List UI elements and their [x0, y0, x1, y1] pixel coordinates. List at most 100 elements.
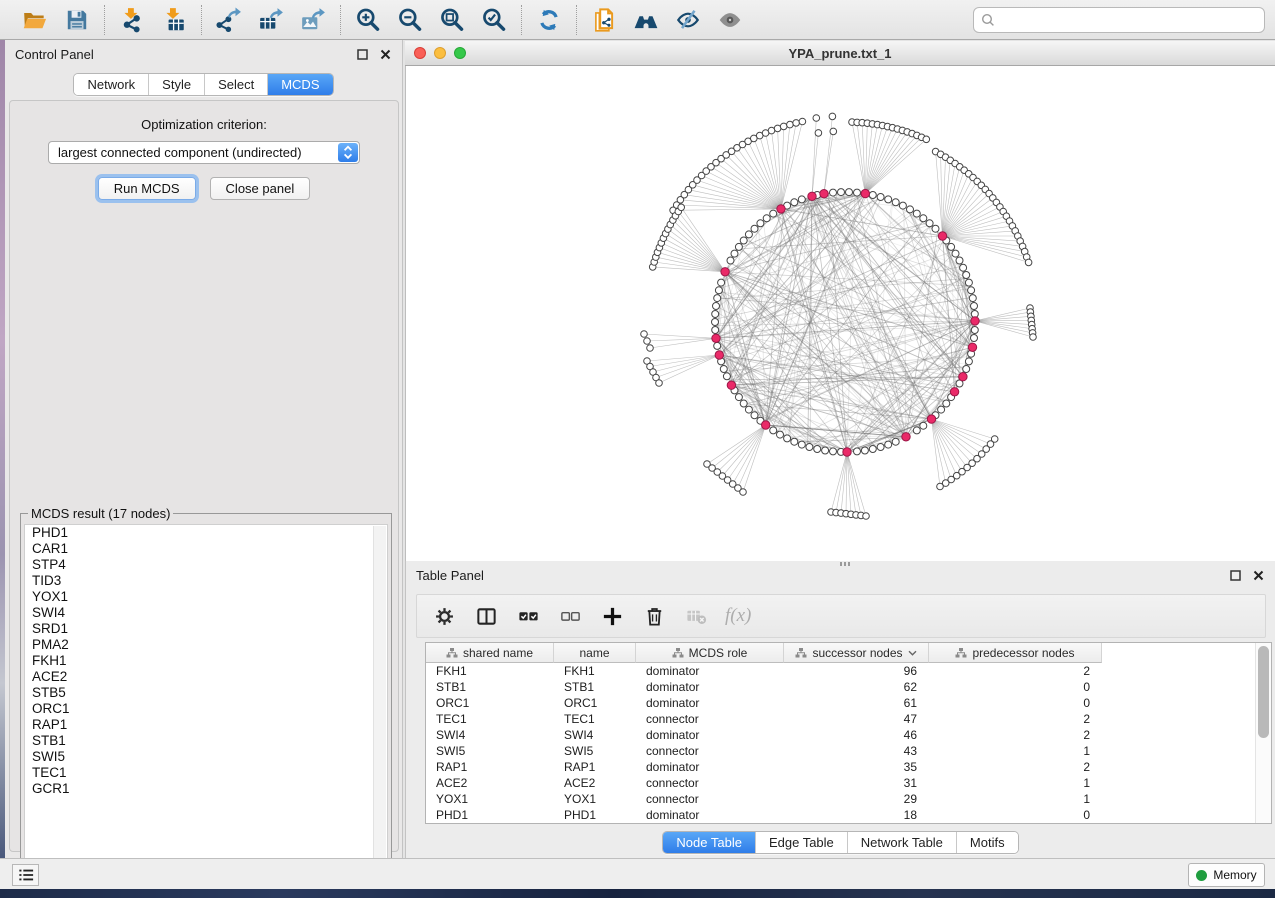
zoom-in-button[interactable] [353, 5, 383, 35]
memory-button[interactable]: Memory [1188, 863, 1265, 887]
export-table-button[interactable] [256, 5, 286, 35]
node-table[interactable]: shared namenameMCDS rolesuccessor nodesp… [425, 642, 1272, 824]
network-from-selection-button[interactable] [589, 5, 619, 35]
float-panel-icon[interactable] [356, 48, 369, 61]
mcds-result-list[interactable]: PHD1CAR1STP4TID3YOX1SWI4SRD1PMA2FKH1ACE2… [24, 524, 388, 875]
import-table-button[interactable] [159, 5, 189, 35]
mcds-result-item[interactable]: ACE2 [25, 669, 387, 685]
close-panel-button[interactable]: Close panel [210, 177, 311, 200]
table-row[interactable]: PHD1PHD1dominator180 [426, 807, 1271, 823]
import-network-button[interactable] [117, 5, 147, 35]
float-panel-icon[interactable] [1229, 569, 1242, 582]
table-panel: Table Panel f(x) shared namenameMCDS rol… [405, 561, 1275, 858]
zoom-in-icon [355, 7, 381, 33]
main-toolbar [0, 0, 1275, 40]
mcds-list-scrollbar[interactable] [373, 526, 386, 873]
refresh-layout-button[interactable] [534, 5, 564, 35]
zoom-out-button[interactable] [395, 5, 425, 35]
search-input[interactable] [1000, 10, 1264, 30]
export-network-button[interactable] [214, 5, 244, 35]
table-row[interactable]: STB1STB1dominator620 [426, 679, 1271, 695]
mcds-result-item[interactable]: GCR1 [25, 781, 387, 797]
tab-select[interactable]: Select [204, 74, 267, 95]
cell-MCDS-role: dominator [636, 663, 784, 679]
tab-network[interactable]: Network [74, 74, 148, 95]
close-panel-icon[interactable] [1252, 569, 1265, 582]
column-header-MCDS-role[interactable]: MCDS role [636, 643, 784, 663]
table-tabs: Node TableEdge TableNetwork TableMotifs [406, 831, 1275, 854]
task-history-button[interactable] [12, 864, 39, 886]
tab-motifs[interactable]: Motifs [956, 832, 1018, 853]
table-row[interactable]: RAP1RAP1dominator352 [426, 759, 1271, 775]
table-row[interactable]: ORC1ORC1dominator610 [426, 695, 1271, 711]
settings-button[interactable] [431, 603, 457, 629]
network-canvas[interactable] [405, 66, 1275, 561]
zoom-fit-button[interactable] [437, 5, 467, 35]
cell-predecessor-nodes: 2 [929, 711, 1102, 727]
deselect-all-button[interactable] [557, 603, 583, 629]
close-panel-icon[interactable] [379, 48, 392, 61]
mcds-result-item[interactable]: TEC1 [25, 765, 387, 781]
mcds-result-item[interactable]: TID3 [25, 573, 387, 589]
mcds-result-item[interactable]: YOX1 [25, 589, 387, 605]
cell-successor-nodes: 47 [784, 711, 929, 727]
mcds-result-item[interactable]: CAR1 [25, 541, 387, 557]
table-row[interactable]: SWI4SWI4dominator462 [426, 727, 1271, 743]
mcds-result-item[interactable]: SWI5 [25, 749, 387, 765]
settings-icon [433, 605, 456, 628]
memory-status-icon [1196, 870, 1207, 881]
delete-columns-button[interactable] [641, 603, 667, 629]
network-graph[interactable] [406, 66, 1275, 561]
run-mcds-button[interactable]: Run MCDS [98, 177, 196, 200]
desktop-wallpaper-bottom [0, 889, 1275, 898]
column-header-predecessor-nodes[interactable]: predecessor nodes [929, 643, 1102, 663]
table-row[interactable]: SWI5SWI5connector431 [426, 743, 1271, 759]
network-window-titlebar[interactable]: YPA_prune.txt_1 [405, 41, 1275, 66]
column-header-successor-nodes[interactable]: successor nodes [784, 643, 929, 663]
mcds-result-item[interactable]: PMA2 [25, 637, 387, 653]
mcds-result-item[interactable]: PHD1 [25, 525, 387, 541]
tab-network-table[interactable]: Network Table [847, 832, 956, 853]
open-file-button[interactable] [20, 5, 50, 35]
table-row[interactable]: TEC1TEC1connector472 [426, 711, 1271, 727]
mcds-result-item[interactable]: RAP1 [25, 717, 387, 733]
mcds-result-item[interactable]: SWI4 [25, 605, 387, 621]
tab-node-table[interactable]: Node Table [663, 832, 755, 853]
tab-mcds[interactable]: MCDS [267, 74, 332, 95]
zoom-selected-button[interactable] [479, 5, 509, 35]
export-image-button[interactable] [298, 5, 328, 35]
mcds-result-item[interactable]: STP4 [25, 557, 387, 573]
table-scrollbar[interactable] [1255, 643, 1271, 823]
show-all-button[interactable] [715, 5, 745, 35]
zoom-fit-icon [439, 7, 465, 33]
cell-name: SWI5 [554, 743, 636, 759]
add-column-button[interactable] [599, 603, 625, 629]
table-scrollbar-thumb[interactable] [1258, 646, 1269, 738]
cell-shared-name: RAP1 [426, 759, 554, 775]
select-all-icon [517, 605, 540, 628]
table-row[interactable]: ACE2ACE2connector311 [426, 775, 1271, 791]
tab-style[interactable]: Style [148, 74, 204, 95]
tab-edge-table[interactable]: Edge Table [755, 832, 847, 853]
mcds-result-item[interactable]: ORC1 [25, 701, 387, 717]
save-session-button[interactable] [62, 5, 92, 35]
column-header-name[interactable]: name [554, 643, 636, 663]
cell-name: STB1 [554, 679, 636, 695]
cell-successor-nodes: 35 [784, 759, 929, 775]
hide-selected-button[interactable] [673, 5, 703, 35]
column-header-shared-name[interactable]: shared name [426, 643, 554, 663]
select-all-button[interactable] [515, 603, 541, 629]
first-neighbors-button[interactable] [631, 5, 661, 35]
mcds-result-item[interactable]: STB1 [25, 733, 387, 749]
mcds-result-item[interactable]: STB5 [25, 685, 387, 701]
mcds-result-item[interactable]: SRD1 [25, 621, 387, 637]
table-panel-title: Table Panel [416, 568, 1229, 583]
search-box[interactable] [973, 7, 1265, 33]
mcds-result-groupbox: MCDS result (17 nodes) PHD1CAR1STP4TID3Y… [20, 506, 392, 879]
panel-divider-handle[interactable] [840, 562, 852, 566]
mcds-result-item[interactable]: FKH1 [25, 653, 387, 669]
table-row[interactable]: FKH1FKH1dominator962 [426, 663, 1271, 679]
criterion-dropdown[interactable]: largest connected component (undirected) [48, 141, 360, 164]
split-panel-button[interactable] [473, 603, 499, 629]
table-row[interactable]: YOX1YOX1connector291 [426, 791, 1271, 807]
